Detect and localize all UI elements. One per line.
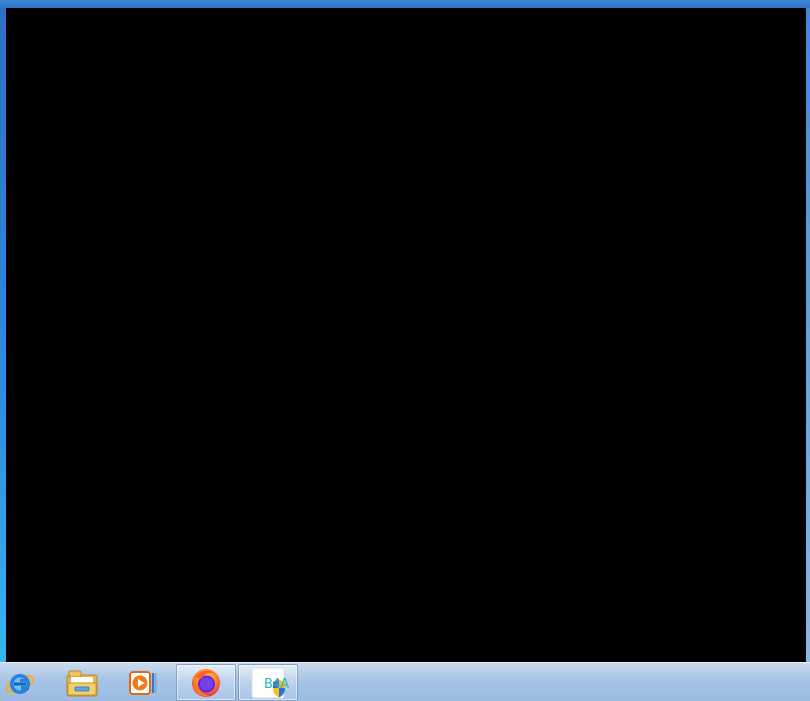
taskbar-item-firefox[interactable]	[176, 664, 236, 701]
folder-icon	[66, 670, 98, 696]
window-right-border[interactable]	[806, 8, 810, 662]
media-player-icon	[129, 670, 157, 695]
window-content-area[interactable]	[6, 8, 806, 662]
taskbar: B4A	[0, 662, 810, 701]
internet-explorer-icon	[5, 673, 35, 694]
desktop: B4A	[0, 0, 810, 701]
b4a-label: B4A	[264, 676, 289, 692]
app-window	[0, 0, 810, 662]
b4a-icon: B4A	[251, 666, 289, 700]
taskbar-item-media-player[interactable]	[113, 664, 173, 701]
taskbar-item-b4a[interactable]: B4A	[238, 664, 298, 701]
window-title-bar[interactable]	[0, 0, 810, 8]
firefox-icon	[192, 668, 220, 697]
taskbar-item-file-explorer[interactable]	[52, 664, 112, 701]
taskbar-item-internet-explorer[interactable]	[0, 664, 40, 701]
